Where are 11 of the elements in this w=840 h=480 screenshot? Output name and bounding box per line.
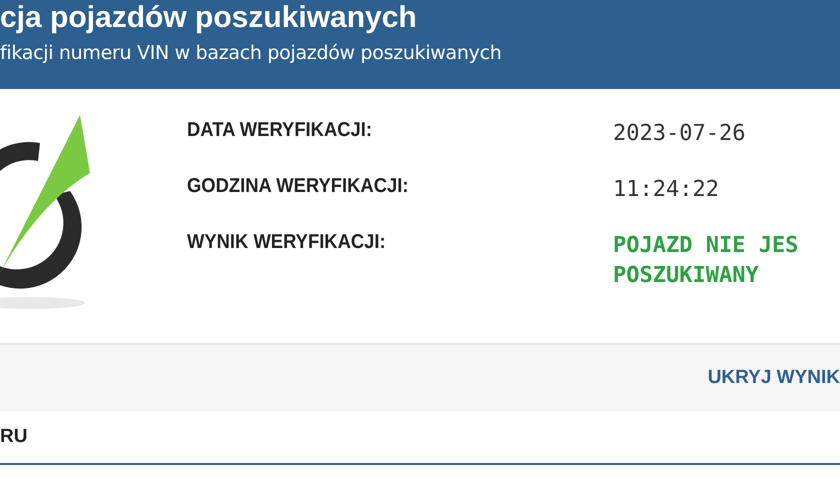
section-heading: RU [0,426,28,448]
field-label: WYNIK WERYFIKACJI: [187,231,387,255]
field-label: DATA WERYFIKACJI: [187,119,373,143]
field-value: POSZUKIWANY [613,262,760,290]
page-subtitle: fikacji numeru VIN w bazach pojazdów poszukiwanych [0,42,502,64]
field-label: GODZINA WERYFIKACJI: [187,175,410,199]
field-value: 2023-07-26 [613,120,746,148]
page-title: cja pojazdów poszukiwanych [0,0,418,36]
hide-results-link[interactable]: UKRYJ WYNIK [708,367,840,389]
field-value: POJAZD NIE JES [613,232,798,260]
field-value: 11:24:22 [613,176,720,204]
